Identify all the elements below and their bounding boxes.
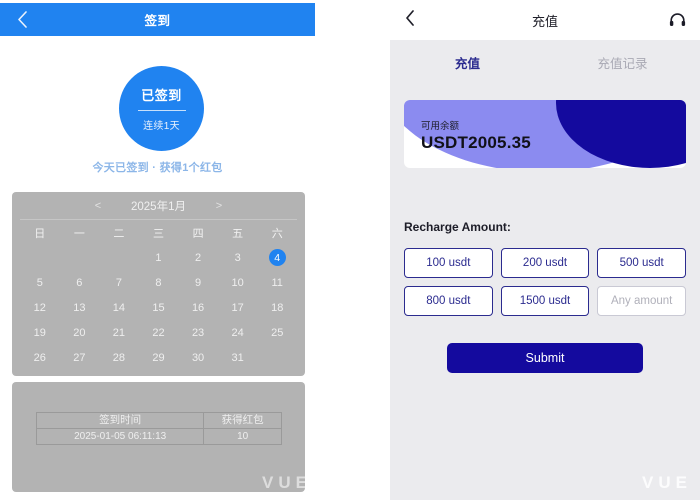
calendar-day-13[interactable]: 13 — [60, 295, 100, 320]
calendar-weekday-2: 二 — [113, 227, 125, 240]
calendar-header: < 2025年1月 > — [20, 192, 297, 220]
calendar-day-24[interactable]: 24 — [218, 320, 258, 345]
back-button[interactable] — [0, 3, 44, 36]
calendar-day-selected[interactable]: 4 — [257, 245, 297, 270]
calendar-empty-cell — [99, 245, 139, 270]
calendar-empty-cell — [60, 245, 100, 270]
headset-icon[interactable] — [666, 9, 688, 31]
chevron-left-icon — [17, 11, 28, 28]
calendar-day-29[interactable]: 29 — [139, 345, 179, 370]
checkin-record-table: 签到时间 获得红包 2025-01-05 06:11:13 10 — [35, 412, 282, 445]
calendar-day-12[interactable]: 12 — [20, 295, 60, 320]
checkin-header: 签到 — [0, 3, 315, 36]
calendar-day-28[interactable]: 28 — [99, 345, 139, 370]
calendar-day-1[interactable]: 1 — [139, 245, 179, 270]
calendar-weekday-6: 六 — [271, 227, 283, 240]
balance-label: 可用余额 — [421, 121, 460, 132]
recharge-panel: 充值 充值 充值记录 可用余额 USDT2005.35 Recharge Amo… — [390, 0, 700, 500]
calendar-day-20[interactable]: 20 — [60, 320, 100, 345]
page-title: 签到 — [144, 14, 171, 28]
calendar-day-16[interactable]: 16 — [178, 295, 218, 320]
calendar-day-19[interactable]: 19 — [20, 320, 60, 345]
calendar-weekday-3: 三 — [152, 227, 164, 240]
calendar-day-7[interactable]: 7 — [99, 270, 139, 295]
calendar-day-26[interactable]: 26 — [20, 345, 60, 370]
table-header-row: 签到时间 获得红包 — [35, 412, 282, 429]
calendar-card: < 2025年1月 > 日一二三四五六 1 2 3 4 5 6 7 8 9 10 11 12 13 14 1… — [12, 192, 305, 376]
amount-option-0[interactable]: 100 usdt — [404, 248, 493, 278]
calendar-day-17[interactable]: 17 — [218, 295, 258, 320]
table-body: 2025-01-05 06:11:13 10 — [35, 428, 282, 445]
calendar-day-10[interactable]: 10 — [218, 270, 258, 295]
calendar-day-23[interactable]: 23 — [178, 320, 218, 345]
calendar-weekday-1: 一 — [73, 227, 85, 240]
calendar-day-9[interactable]: 9 — [178, 270, 218, 295]
amount-option-1[interactable]: 200 usdt — [500, 248, 590, 278]
calendar-day-5[interactable]: 5 — [20, 270, 60, 295]
recharge-header: 充值 — [390, 0, 700, 40]
calendar-day-grid: 1 2 3 4 5 6 7 8 9 10 11 12 13 14 15 16 17 18 19 20 21 22 23 24 2… — [20, 245, 297, 370]
calendar-weekday-0: 日 — [34, 227, 46, 240]
tab-recharge-history[interactable]: 充值记录 — [545, 46, 700, 78]
calendar-day-27[interactable]: 27 — [60, 345, 100, 370]
calendar-day-25[interactable]: 25 — [257, 320, 297, 345]
balance-value: USDT2005.35 — [421, 133, 531, 152]
calendar-weekday-row: 日一二三四五六 — [20, 220, 297, 245]
calendar-day-22[interactable]: 22 — [139, 320, 179, 345]
tab-recharge[interactable]: 充值 — [390, 46, 545, 78]
calendar-day-6[interactable]: 6 — [60, 270, 100, 295]
amount-option-3[interactable]: 800 usdt — [404, 286, 493, 316]
calendar-day-2[interactable]: 2 — [178, 245, 218, 270]
checkin-record-card: 签到时间 获得红包 2025-01-05 06:11:13 10 — [12, 382, 305, 492]
calendar-prev-button[interactable]: < — [91, 200, 105, 212]
back-button-recharge[interactable] — [390, 0, 430, 40]
checkin-streak: 连续1天 — [143, 121, 180, 132]
calendar-day-31[interactable]: 31 — [218, 345, 258, 370]
submit-button[interactable]: Submit — [447, 343, 643, 373]
calendar-day-21[interactable]: 21 — [99, 320, 139, 345]
cell-checkin-time: 2025-01-05 06:11:13 — [35, 428, 205, 445]
calendar-weekday-5: 五 — [232, 227, 244, 240]
calendar-day-8[interactable]: 8 — [139, 270, 179, 295]
checkin-note: 今天已签到 · 获得1个红包 — [92, 162, 223, 174]
recharge-amount-label: Recharge Amount: — [404, 220, 511, 234]
watermark-right: VUE — [642, 473, 692, 492]
checkin-panel: 签到 已签到 连续1天 今天已签到 · 获得1个红包 < 2025年1月 > 日… — [0, 0, 315, 500]
screenshot-root: 签到 已签到 连续1天 今天已签到 · 获得1个红包 < 2025年1月 > 日… — [0, 0, 700, 500]
calendar-empty-cell — [20, 245, 60, 270]
calendar-day-14[interactable]: 14 — [99, 295, 139, 320]
page-title-recharge: 充值 — [531, 13, 558, 29]
balance-card: 可用余额 USDT2005.35 — [404, 100, 686, 168]
amount-options-grid: 100 usdt 200 usdt 500 usdt 800 usdt 1500 usd… — [404, 248, 686, 316]
amount-option-4[interactable]: 1500 usdt — [500, 286, 590, 316]
chevron-left-icon — [405, 9, 415, 31]
custom-amount-input[interactable]: Any amount — [597, 286, 686, 316]
calendar-day-18[interactable]: 18 — [257, 295, 297, 320]
calendar-day-30[interactable]: 30 — [178, 345, 218, 370]
calendar-month-label: 2025年1月 — [131, 200, 186, 213]
calendar-next-button[interactable]: > — [212, 200, 226, 212]
amount-option-2[interactable]: 500 usdt — [597, 248, 686, 278]
calendar-day-11[interactable]: 11 — [257, 270, 297, 295]
table-row: 2025-01-05 06:11:13 10 — [35, 428, 282, 445]
column-header-time: 签到时间 — [35, 412, 205, 429]
checkin-button[interactable]: 已签到 连续1天 — [119, 66, 204, 151]
column-header-amount: 获得红包 — [203, 412, 282, 429]
cell-reward-amount: 10 — [203, 428, 282, 445]
checkin-status: 已签到 — [141, 88, 182, 103]
calendar-day-15[interactable]: 15 — [139, 295, 179, 320]
recharge-tabs: 充值 充值记录 — [390, 46, 700, 78]
calendar-weekday-4: 四 — [192, 227, 204, 240]
calendar-day-label: 4 — [268, 249, 286, 266]
checkin-divider — [137, 110, 186, 111]
calendar-day-3[interactable]: 3 — [218, 245, 258, 270]
